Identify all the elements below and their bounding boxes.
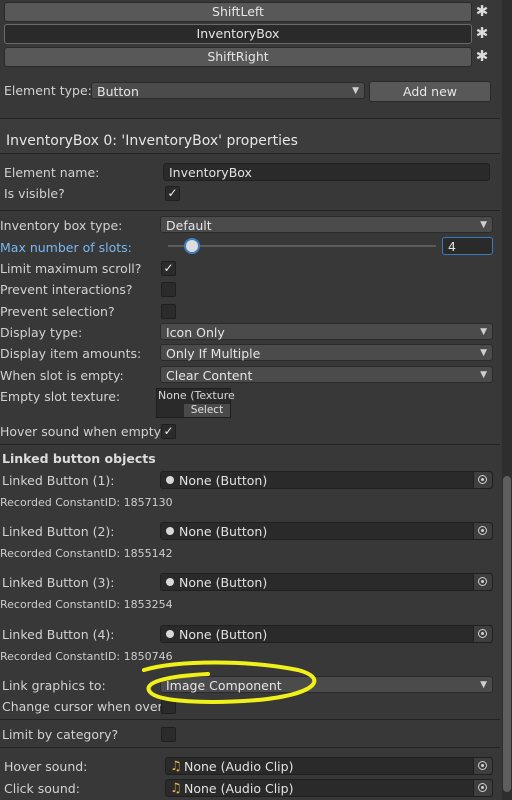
max-slots-field[interactable]: 4: [442, 237, 493, 255]
linked-button-2-label: Linked Button (2):: [2, 524, 115, 539]
empty-texture-value: None (Texture: [158, 389, 235, 402]
limit-category-label: Limit by category?: [2, 727, 119, 742]
linked-button-2-value: None (Button): [179, 524, 268, 539]
dropdown-arrow-icon: ▼: [480, 370, 487, 380]
display-amounts-value: Only If Multiple: [166, 346, 261, 361]
object-icon: [166, 578, 174, 586]
inventory-box-type-label: Inventory box type:: [0, 218, 123, 233]
object-picker-icon[interactable]: [473, 626, 492, 642]
linked-button-3-recorded: Recorded ConstantID: 1853254: [0, 598, 173, 611]
prevent-selection-label: Prevent selection?: [0, 304, 115, 319]
link-graphics-label: Link graphics to:: [2, 678, 106, 693]
linked-button-1-field[interactable]: None (Button): [160, 471, 493, 489]
object-picker-icon[interactable]: [473, 574, 492, 590]
limit-category-checkbox[interactable]: [161, 727, 176, 742]
limit-scroll-label: Limit maximum scroll?: [0, 261, 142, 276]
click-sound-label: Click sound:: [4, 781, 80, 796]
dropdown-arrow-icon: ▼: [352, 86, 359, 96]
checkmark-icon: ✓: [163, 424, 174, 438]
object-icon: [166, 476, 174, 484]
element-list-item-inventorybox[interactable]: InventoryBox: [4, 24, 472, 44]
hover-sound-value: None (Audio Clip): [184, 759, 294, 774]
music-note-icon: ♫: [170, 781, 182, 796]
display-type-value: Icon Only: [166, 325, 225, 340]
inventory-box-type-dropdown[interactable]: Default ▼: [160, 216, 493, 233]
object-picker-icon[interactable]: [473, 472, 492, 488]
click-sound-value: None (Audio Clip): [184, 781, 294, 796]
object-picker-icon[interactable]: [473, 523, 492, 539]
display-type-label: Display type:: [0, 325, 83, 340]
linked-button-4-field[interactable]: None (Button): [160, 625, 493, 643]
linked-button-4-value: None (Button): [179, 627, 268, 642]
divider: [0, 153, 500, 154]
display-amounts-dropdown[interactable]: Only If Multiple ▼: [160, 344, 493, 361]
when-empty-label: When slot is empty:: [0, 368, 124, 383]
linked-button-1-value: None (Button): [179, 473, 268, 488]
gear-icon[interactable]: ✱: [474, 48, 490, 64]
music-note-icon: ♫: [170, 759, 182, 774]
linked-button-2-field[interactable]: None (Button): [160, 522, 493, 540]
empty-texture-label: Empty slot texture:: [0, 389, 121, 404]
dropdown-arrow-icon: ▼: [480, 348, 487, 358]
element-type-value: Button: [97, 84, 139, 99]
element-type-dropdown[interactable]: Button ▼: [91, 82, 365, 99]
scrollbar-thumb[interactable]: [503, 476, 511, 792]
prevent-interactions-checkbox[interactable]: [161, 282, 176, 297]
is-visible-label: Is visible?: [4, 186, 65, 201]
add-new-button[interactable]: Add new: [369, 81, 491, 102]
element-list-item-shiftright[interactable]: ShiftRight: [4, 47, 472, 67]
linked-button-3-label: Linked Button (3):: [2, 575, 115, 590]
max-slots-label: Max number of slots:: [0, 240, 132, 255]
linked-button-2-recorded: Recorded ConstantID: 1855142: [0, 547, 173, 560]
divider: [0, 444, 500, 445]
dropdown-arrow-icon: ▼: [480, 680, 487, 690]
divider: [0, 719, 500, 720]
dropdown-arrow-icon: ▼: [480, 327, 487, 337]
prevent-interactions-label: Prevent interactions?: [0, 282, 133, 297]
checkmark-icon: ✓: [163, 261, 174, 275]
when-empty-dropdown[interactable]: Clear Content ▼: [160, 366, 493, 383]
linked-button-3-value: None (Button): [179, 575, 268, 590]
element-name-field[interactable]: InventoryBox: [163, 163, 490, 181]
linked-button-1-recorded: Recorded ConstantID: 1857130: [0, 496, 173, 509]
divider: [0, 747, 500, 748]
hover-empty-checkbox[interactable]: ✓: [161, 424, 176, 439]
linked-button-4-label: Linked Button (4):: [2, 627, 115, 642]
max-slots-slider-knob[interactable]: [186, 240, 198, 252]
hover-sound-field[interactable]: ♫ None (Audio Clip): [165, 757, 493, 775]
texture-select-button[interactable]: Select: [184, 404, 230, 417]
display-amounts-label: Display item amounts:: [0, 346, 142, 361]
limit-scroll-checkbox[interactable]: ✓: [161, 261, 176, 276]
element-list-item-shiftleft[interactable]: ShiftLeft: [4, 2, 472, 22]
gear-icon[interactable]: ✱: [474, 3, 490, 19]
object-picker-icon[interactable]: [473, 780, 492, 796]
hover-sound-label: Hover sound:: [4, 759, 88, 774]
linked-buttons-title: Linked button objects: [2, 451, 156, 466]
linked-button-3-field[interactable]: None (Button): [160, 573, 493, 591]
divider: [0, 210, 500, 211]
click-sound-field[interactable]: ♫ None (Audio Clip): [165, 779, 493, 797]
when-empty-value: Clear Content: [166, 368, 253, 383]
checkmark-icon: ✓: [167, 186, 178, 200]
object-icon: [166, 527, 174, 535]
dropdown-arrow-icon: ▼: [480, 220, 487, 230]
inventory-box-type-value: Default: [166, 218, 212, 233]
element-type-label: Element type:: [4, 83, 92, 98]
max-slots-slider-track[interactable]: [168, 245, 436, 247]
object-picker-icon[interactable]: [473, 758, 492, 774]
object-icon: [166, 630, 174, 638]
hover-empty-label: Hover sound when empty?: [0, 424, 168, 439]
properties-header: InventoryBox 0: 'InventoryBox' propertie…: [6, 133, 298, 149]
is-visible-checkbox[interactable]: ✓: [165, 186, 180, 201]
empty-texture-field[interactable]: None (Texture Select: [156, 388, 235, 418]
display-type-dropdown[interactable]: Icon Only ▼: [160, 323, 493, 340]
element-name-label: Element name:: [4, 165, 100, 180]
gear-icon[interactable]: ✱: [474, 25, 490, 41]
prevent-selection-checkbox[interactable]: [161, 304, 176, 319]
linked-button-1-label: Linked Button (1):: [2, 473, 115, 488]
annotation-highlight: [142, 660, 317, 704]
